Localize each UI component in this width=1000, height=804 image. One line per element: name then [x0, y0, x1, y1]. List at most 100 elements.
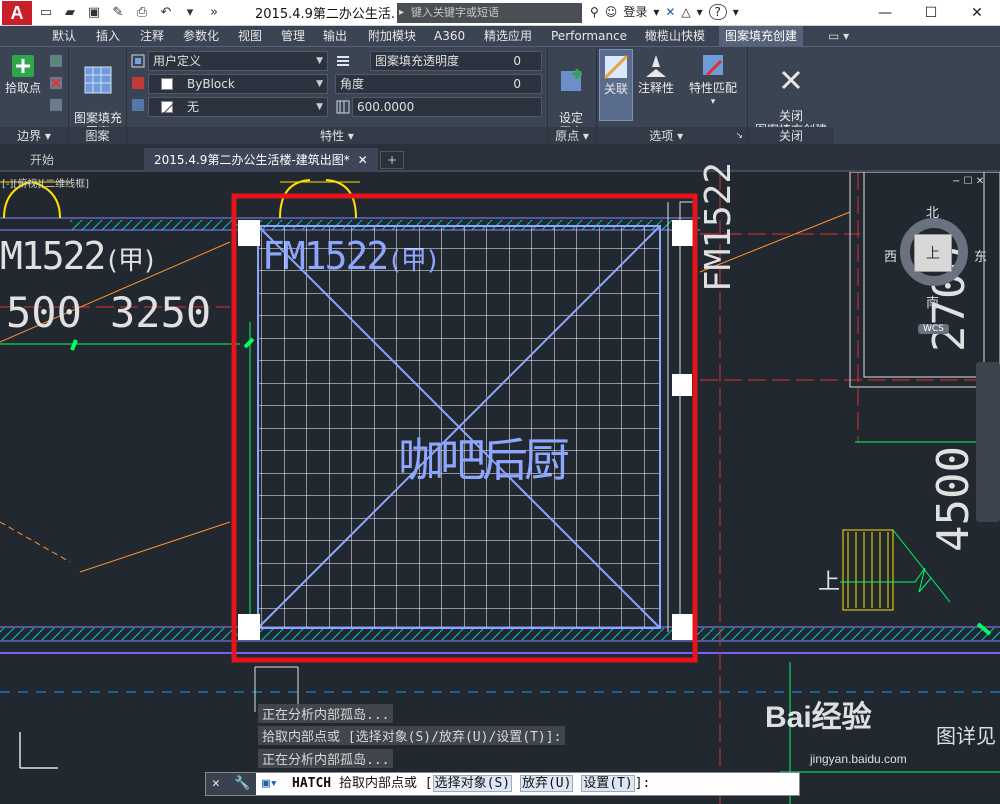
maximize-icon[interactable]: ☐ [908, 0, 954, 26]
navigation-bar[interactable] [976, 362, 1000, 522]
viewcube-top-face[interactable]: 上 [914, 234, 952, 272]
tab-active-drawing[interactable]: 2015.4.9第二办公生活楼-建筑出图* ✕ [144, 148, 378, 172]
background-color-select[interactable]: 无 ▼ [148, 97, 328, 117]
option-settings[interactable]: 设置(T) [581, 775, 635, 792]
stair [842, 529, 894, 611]
help-icon[interactable]: ? [708, 3, 727, 20]
login-dropdown-icon[interactable]: ▾ [653, 5, 659, 19]
tab-hatch-creation[interactable]: 图案填充创建 [719, 26, 804, 46]
login-link[interactable]: 登录 [623, 3, 647, 20]
hatch-color-icon [132, 77, 144, 89]
annotative-button[interactable]: 注释性 [636, 53, 676, 95]
help-dropdown-icon[interactable]: ▾ [733, 5, 739, 19]
option-undo[interactable]: 放弃(U) [519, 775, 574, 792]
hatch-color-select[interactable]: ByBlock ▼ [148, 74, 328, 94]
print-icon[interactable]: ⎙ [132, 4, 152, 22]
viewcube-east[interactable]: 东 [974, 246, 987, 265]
tab-insert[interactable]: 插入 [96, 26, 120, 46]
ribbon-minimize-icon[interactable]: ▭ ▾ [828, 26, 849, 46]
tab-annotate[interactable]: 注释 [140, 26, 164, 46]
transparency-field[interactable]: 图案填充透明度 0 [370, 51, 542, 71]
save-as-icon[interactable]: ✎ [108, 4, 128, 22]
exchange-icon[interactable]: ✕ [665, 5, 675, 19]
close-tab-icon[interactable]: ✕ [358, 153, 368, 167]
tab-addins[interactable]: 附加模块 [368, 26, 416, 46]
tab-start[interactable]: 开始 [20, 148, 64, 172]
close-window-icon[interactable]: ✕ [954, 0, 1000, 26]
tab-performance[interactable]: Performance [551, 26, 627, 46]
tab-olive-mountain[interactable]: 橄榄山快模 [645, 26, 705, 46]
tab-featured-apps[interactable]: 精选应用 [484, 26, 532, 46]
binoculars-icon[interactable]: ⚲ [590, 5, 599, 19]
app-logo[interactable]: A [2, 1, 32, 25]
active-drawing-label: 2015.4.9第二办公生活楼-建筑出图* [154, 153, 350, 167]
wrench-icon[interactable]: 🔧 [234, 773, 250, 795]
viewcube-west[interactable]: 西 [884, 246, 897, 265]
tab-view[interactable]: 视图 [238, 26, 262, 46]
user-icon[interactable]: ☺ [605, 5, 618, 19]
tab-parametric[interactable]: 参数化 [183, 26, 219, 46]
pick-points-icon [12, 55, 34, 77]
grip-handle[interactable] [238, 220, 260, 246]
command-prompt[interactable]: HATCH 拾取内部点或 [选择对象(S) 放弃(U) 设置(T)]: [292, 773, 650, 795]
autocad-window: A ▭ ▰ ▣ ✎ ⎙ ↶ ▾ » 2015.4.9第二办公生活... ▸ 键入… [0, 0, 1000, 804]
command-line[interactable]: ✕ 🔧 ▣▾ HATCH 拾取内部点或 [选择对象(S) 放弃(U) 设置(T)… [205, 772, 800, 796]
stair-treads [847, 532, 889, 608]
tab-a360[interactable]: A360 [434, 26, 465, 46]
properties-panel-label[interactable]: 特性 ▾ [127, 127, 547, 145]
viewport-controls-right[interactable]: − ☐ ✕ [952, 176, 984, 187]
grip-handle[interactable] [238, 614, 260, 640]
grip-handle[interactable] [672, 220, 694, 246]
command-history-line: 正在分析内部孤岛... [258, 749, 394, 768]
close-icon[interactable]: ✕ [212, 773, 220, 795]
grip-handle[interactable] [672, 614, 694, 640]
viewport-controls[interactable]: [-][俯视][二维线框] [2, 175, 89, 190]
transparency-icon[interactable] [335, 53, 351, 69]
search-expand-icon[interactable]: ▸ [399, 3, 404, 23]
dim-leader [0, 521, 71, 563]
command-history-line: 正在分析内部孤岛... [258, 704, 394, 723]
room-name: 咖吧后厨 [398, 433, 570, 487]
autodesk-icon[interactable]: △ [681, 5, 690, 19]
select-objects-icon[interactable] [48, 53, 64, 69]
tab-manage[interactable]: 管理 [281, 26, 305, 46]
background-color-value: 无 [187, 100, 200, 114]
close-hatch-creation-button[interactable]: 关闭 图案填充创建 [750, 53, 832, 137]
pattern-panel-label: 图案 [69, 127, 126, 145]
origin-panel-label[interactable]: 原点 ▾ [548, 127, 596, 145]
door-label-main: FM1522(甲) [262, 234, 441, 278]
new-file-icon[interactable]: ▭ [36, 4, 56, 22]
tab-output[interactable]: 输出 [323, 26, 347, 46]
viewcube-south[interactable]: 南 [926, 292, 939, 311]
new-tab-button[interactable]: + [380, 151, 405, 169]
chevron-down-icon: ▼ [316, 56, 323, 66]
recreate-boundary-icon[interactable] [48, 97, 64, 113]
document-title: 2015.4.9第二办公生活... [255, 7, 395, 22]
spacing-value: 600.0000 [357, 100, 415, 114]
search-input[interactable]: ▸ 键入关键字或短语 [397, 3, 582, 23]
save-icon[interactable]: ▣ [84, 4, 104, 22]
undo-icon[interactable]: ↶ [156, 4, 176, 22]
associative-toggle[interactable]: 关联 [599, 49, 633, 121]
minimize-icon[interactable]: — [862, 0, 908, 26]
wcs-menu[interactable]: WCS [918, 324, 949, 334]
viewcube-north[interactable]: 北 [926, 202, 939, 221]
open-file-icon[interactable]: ▰ [60, 4, 80, 22]
undo-dropdown-icon[interactable]: ▾ [180, 4, 200, 22]
remove-boundary-icon[interactable] [48, 75, 64, 91]
command-icon[interactable]: ▣▾ [262, 773, 278, 795]
grip-handle[interactable] [672, 374, 692, 396]
tab-default[interactable]: 默认 [52, 26, 76, 46]
drawing-canvas[interactable]: [-][俯视][二维线框] FM1522(甲) M1522(甲) 500 325… [0, 162, 1000, 804]
boundary-panel-label[interactable]: 边界 ▾ [0, 127, 68, 145]
hatch-type-select[interactable]: 用户定义 ▼ [148, 51, 328, 71]
viewcube[interactable]: 上 北 南 西 东 WCS [880, 206, 990, 348]
hatch-pattern-icon [84, 66, 112, 94]
tools-dropdown-icon[interactable]: ▾ [697, 5, 703, 19]
spacing-field[interactable]: 600.0000 [352, 97, 542, 117]
pick-points-button[interactable]: 拾取点 [2, 53, 44, 95]
more-icon[interactable]: » [204, 4, 224, 22]
option-select-objects[interactable]: 选择对象(S) [432, 775, 513, 792]
hatch-pattern-button[interactable]: 图案填充 图案 [72, 51, 124, 139]
angle-field[interactable]: 角度 0 [335, 74, 542, 94]
